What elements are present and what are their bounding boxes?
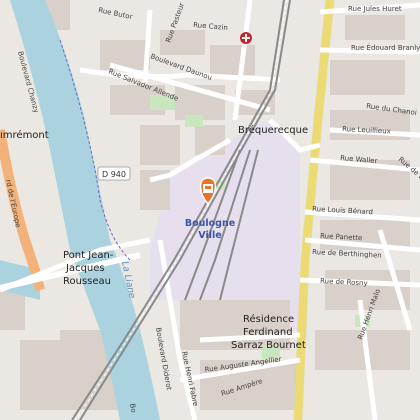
district-label: ımrémont bbox=[0, 129, 49, 141]
d940-shield: D 940 bbox=[97, 166, 131, 181]
pont-line2: Jacques bbox=[65, 263, 105, 274]
residence-line1: Résidence bbox=[243, 313, 294, 325]
d940-label: D 940 bbox=[102, 170, 126, 179]
map-layer: D 940 Boulogne Ville Bréquerecque ımrémo… bbox=[0, 0, 420, 420]
pont-line1: Pont Jean- bbox=[63, 250, 114, 261]
street-rue-jules-huret: Rue Jules Huret bbox=[348, 5, 402, 13]
residence-line2: Ferdinand bbox=[243, 327, 293, 338]
map-canvas[interactable]: D 940 Boulogne Ville Bréquerecque ımrémo… bbox=[0, 0, 420, 420]
station-name-line1[interactable]: Boulogne bbox=[185, 218, 235, 229]
hospital-icon[interactable] bbox=[240, 32, 252, 44]
street-rue-edouard-branly: Rue Édouard Branly bbox=[351, 43, 420, 52]
street-bd-partial: Bo bbox=[128, 403, 137, 413]
brequerecque-label: Bréquerecque bbox=[238, 124, 308, 136]
station-name-line2[interactable]: Ville bbox=[198, 230, 221, 241]
residence-line3: Sarraz Bournet bbox=[231, 340, 306, 351]
pont-line3: Rousseau bbox=[63, 276, 111, 287]
